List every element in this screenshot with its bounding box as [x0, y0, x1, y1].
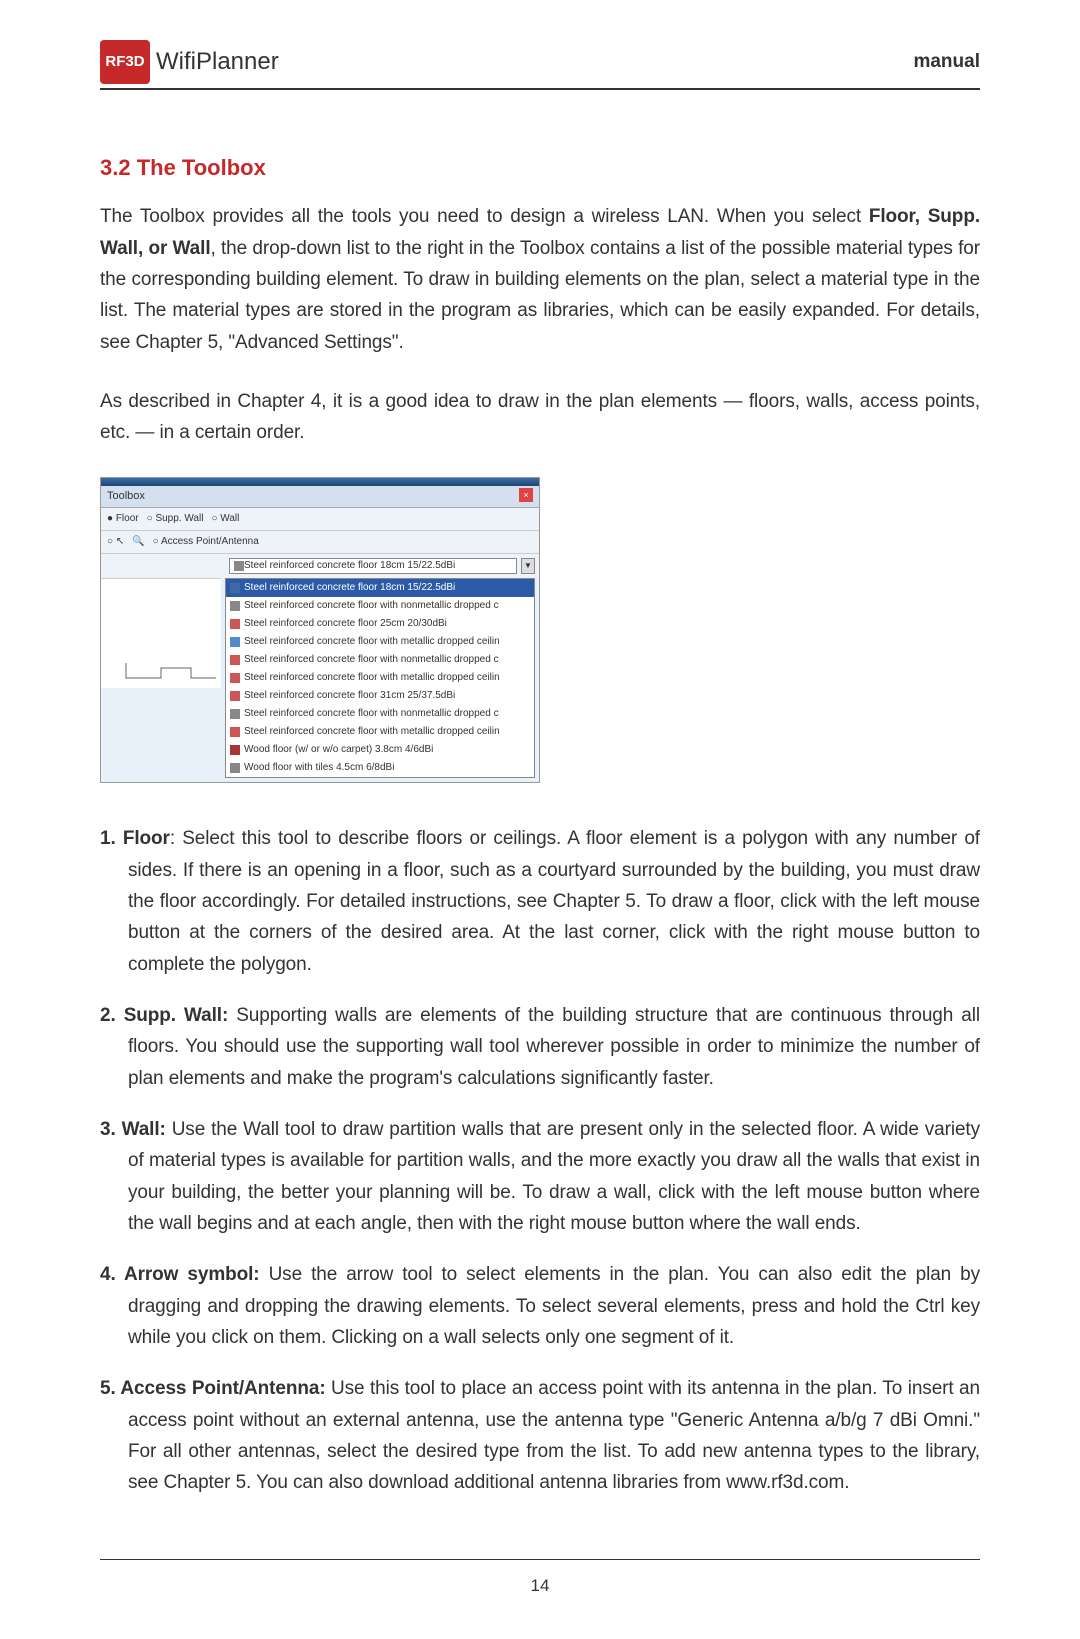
item-number: 1.	[100, 828, 123, 849]
material-list-item[interactable]: Steel reinforced concrete floor 18cm 15/…	[226, 579, 534, 597]
para1-a: The Toolbox provides all the tools you n…	[100, 206, 869, 227]
item-body: Select this tool to describe floors or c…	[128, 828, 980, 974]
item-title: Supp. Wall:	[124, 1005, 228, 1026]
item-title: Wall:	[122, 1119, 166, 1140]
item-title: Floor	[123, 828, 170, 849]
page-header: RF3D WifiPlanner manual	[100, 40, 980, 90]
item-number: 5.	[100, 1378, 120, 1399]
item-number: 2.	[100, 1005, 124, 1026]
item-body: Supporting walls are elements of the bui…	[128, 1005, 980, 1089]
material-list-item[interactable]: Wood floor with tiles 4.5cm 6/8dBi	[226, 759, 534, 777]
material-item-label: Steel reinforced concrete floor with non…	[244, 706, 499, 722]
page-number: 14	[531, 1576, 550, 1595]
material-list-item[interactable]: Steel reinforced concrete floor with met…	[226, 723, 534, 741]
toolbox-titlebar: Toolbox ×	[101, 486, 539, 509]
radio-floor[interactable]: ● Floor	[107, 511, 139, 527]
list-item: 1. Floor: Select this tool to describe f…	[100, 823, 980, 980]
radio-ap[interactable]: ○ Access Point/Antenna	[153, 534, 259, 550]
list-item: 4. Arrow symbol: Use the arrow tool to s…	[100, 1259, 980, 1353]
paragraph-2: As described in Chapter 4, it is a good …	[100, 386, 980, 449]
material-item-label: Wood floor (w/ or w/o carpet) 3.8cm 4/6d…	[244, 742, 433, 758]
swatch-icon	[230, 745, 240, 755]
item-title: Access Point/Antenna:	[120, 1378, 325, 1399]
arrow-tool-icon[interactable]: ○ ↖	[107, 534, 124, 550]
section-title: 3.2 The Toolbox	[100, 150, 980, 185]
logo: RF3D WifiPlanner	[100, 40, 279, 84]
material-item-label: Steel reinforced concrete floor with met…	[244, 724, 500, 740]
material-item-label: Wood floor with tiles 4.5cm 6/8dBi	[244, 760, 394, 776]
list-item: 5. Access Point/Antenna: Use this tool t…	[100, 1373, 980, 1498]
radio-suppwall[interactable]: ○ Supp. Wall	[147, 511, 204, 527]
material-list-item[interactable]: Steel reinforced concrete floor with non…	[226, 705, 534, 723]
material-list-item[interactable]: Steel reinforced concrete floor 25cm 20/…	[226, 615, 534, 633]
item-number: 3.	[100, 1119, 122, 1140]
magnify-tool-icon[interactable]: 🔍	[132, 534, 144, 550]
material-item-label: Steel reinforced concrete floor with non…	[244, 598, 499, 614]
swatch-icon	[230, 691, 240, 701]
close-icon[interactable]: ×	[519, 488, 533, 502]
drawing-canvas[interactable]	[101, 578, 221, 688]
radio-wall[interactable]: ○ Wall	[211, 511, 239, 527]
swatch-icon	[230, 637, 240, 647]
dropdown-value: Steel reinforced concrete floor 18cm 15/…	[244, 558, 455, 574]
page-footer: 14	[100, 1559, 980, 1599]
material-list-item[interactable]: Steel reinforced concrete floor 31cm 25/…	[226, 687, 534, 705]
material-dropdown[interactable]: Steel reinforced concrete floor 18cm 15/…	[101, 554, 539, 578]
logo-icon: RF3D	[100, 40, 150, 84]
dropdown-selected[interactable]: Steel reinforced concrete floor 18cm 15/…	[229, 558, 517, 574]
header-label: manual	[913, 47, 980, 77]
swatch-icon	[230, 763, 240, 773]
toolbox-screenshot: Toolbox × ● Floor ○ Supp. Wall ○ Wall ○ …	[100, 477, 540, 784]
logo-text: WifiPlanner	[156, 43, 279, 81]
radio-row: ● Floor ○ Supp. Wall ○ Wall	[101, 508, 539, 531]
material-item-label: Steel reinforced concrete floor with met…	[244, 634, 500, 650]
item-body: Use the Wall tool to draw partition wall…	[128, 1119, 980, 1234]
swatch-icon	[230, 619, 240, 629]
swatch-icon	[230, 727, 240, 737]
material-list-item[interactable]: Steel reinforced concrete floor with non…	[226, 597, 534, 615]
app-titlebar	[101, 478, 539, 486]
radio-row-2: ○ ↖ 🔍 ○ Access Point/Antenna	[101, 531, 539, 554]
list-item: 3. Wall: Use the Wall tool to draw parti…	[100, 1114, 980, 1239]
swatch-icon	[230, 601, 240, 611]
canvas-shapes	[121, 658, 301, 683]
swatch-icon	[230, 709, 240, 719]
item-title: Arrow symbol:	[124, 1264, 260, 1285]
material-item-label: Steel reinforced concrete floor 31cm 25/…	[244, 688, 455, 704]
swatch-icon	[234, 561, 244, 571]
list-item: 2. Supp. Wall: Supporting walls are elem…	[100, 1000, 980, 1094]
para1-b: , the drop-down list to the right in the…	[100, 238, 980, 353]
chevron-down-icon[interactable]: ▼	[521, 558, 535, 574]
material-list-item[interactable]: Steel reinforced concrete floor with met…	[226, 633, 534, 651]
item-number: 4.	[100, 1264, 124, 1285]
material-list-item[interactable]: Wood floor (w/ or w/o carpet) 3.8cm 4/6d…	[226, 741, 534, 759]
material-item-label: Steel reinforced concrete floor 25cm 20/…	[244, 616, 447, 632]
material-item-label: Steel reinforced concrete floor 18cm 15/…	[244, 580, 455, 596]
toolbox-title: Toolbox	[107, 488, 145, 506]
paragraph-1: The Toolbox provides all the tools you n…	[100, 201, 980, 358]
swatch-icon	[230, 583, 240, 593]
numbered-list: 1. Floor: Select this tool to describe f…	[100, 823, 980, 1499]
